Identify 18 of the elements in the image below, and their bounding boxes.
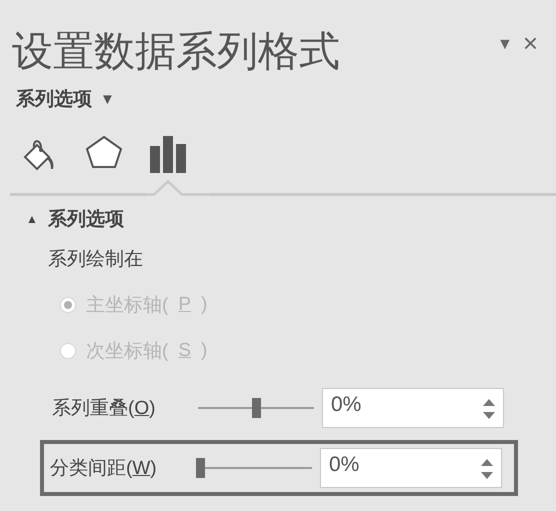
close-button[interactable]: × [518, 26, 542, 59]
spin-down-icon[interactable] [482, 411, 496, 420]
section-title: 系列选项 [48, 208, 124, 232]
slider-thumb[interactable] [196, 458, 205, 478]
collapse-toggle[interactable]: ▲ [26, 212, 38, 226]
spin-up-icon[interactable] [480, 458, 494, 467]
slider-label: 系列重叠(O) [52, 397, 156, 421]
plot-on-label: 系列绘制在 [48, 248, 144, 272]
spin-up-icon[interactable] [482, 398, 496, 407]
spin-field[interactable]: 0% [320, 448, 502, 488]
pane-title: 设置数据系列格式 [12, 27, 341, 76]
bar-chart-icon [149, 134, 187, 174]
spin-field[interactable]: 0% [322, 388, 504, 428]
slider-label: 分类间距(W) [50, 457, 158, 481]
spin-down-icon[interactable] [480, 471, 494, 480]
options-dropdown[interactable]: 系列选项 ▼ [16, 86, 115, 112]
pane-menu-button[interactable]: ▼ [490, 26, 519, 54]
slider-thumb[interactable] [252, 398, 260, 418]
